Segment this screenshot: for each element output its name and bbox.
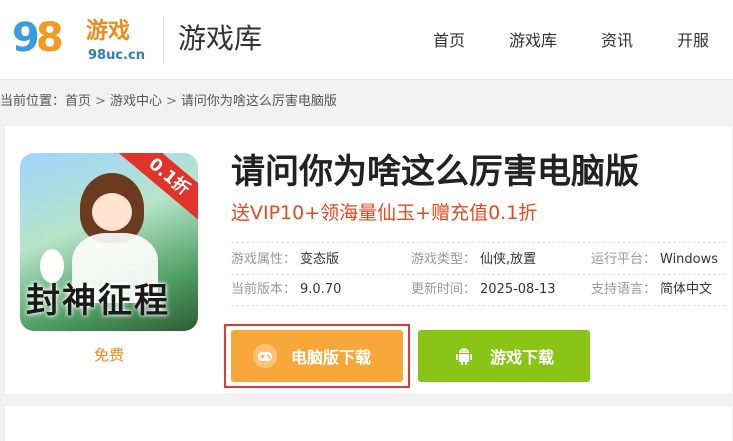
- game-download-label: 游戏下载: [490, 348, 555, 367]
- logo-digit-nine: 9: [12, 15, 40, 61]
- promo-text: 送VIP10+领海量仙玉+赠充值0.1折: [231, 202, 538, 224]
- attr-divider-middle: [231, 274, 726, 275]
- attr-updated-label: 更新时间：: [411, 282, 477, 297]
- logo-brand: 游戏: [86, 19, 131, 44]
- cover-character-face: [92, 193, 132, 231]
- nav-news[interactable]: 资讯: [601, 30, 633, 52]
- breadcrumb-separator: >: [165, 94, 177, 109]
- attr-divider-bottom: [231, 305, 726, 306]
- game-cover-image[interactable]: 封神征程 0.1折: [20, 153, 198, 331]
- attr-version-value: 9.0.70: [300, 282, 342, 297]
- highlight-box: [224, 324, 410, 388]
- attr-platform-label: 运行平台：: [591, 252, 657, 267]
- header-divider: [163, 18, 164, 62]
- attr-genre-label: 游戏类型：: [411, 252, 477, 267]
- nav-server[interactable]: 开服: [677, 30, 709, 52]
- game-download-button[interactable]: 游戏下载: [418, 330, 590, 382]
- nav-home[interactable]: 首页: [433, 30, 465, 52]
- cover-title-art: 封神征程: [26, 281, 170, 321]
- attr-genre-value: 仙侠,放置: [480, 252, 537, 267]
- breadcrumb-prefix: 当前位置：: [0, 94, 66, 109]
- attr-divider-top: [231, 242, 726, 243]
- attr-updated-value: 2025-08-13: [480, 282, 556, 297]
- site-header: 98 游戏 98uc.cn 游戏库 首页 游戏库 资讯 开服: [0, 0, 733, 80]
- breadcrumb-game-center[interactable]: 游戏中心: [110, 94, 162, 109]
- logo-digits: 98: [12, 15, 64, 61]
- breadcrumb: 当前位置：首页 > 游戏中心 > 请问你为啥这么厉害电脑版: [0, 92, 337, 112]
- section-title: 游戏库: [178, 22, 263, 55]
- nav-game-library[interactable]: 游戏库: [509, 30, 557, 52]
- android-icon: [452, 344, 476, 368]
- attr-version-label: 当前版本：: [231, 282, 297, 297]
- breadcrumb-separator: >: [95, 94, 106, 109]
- attr-type-value: 变态版: [300, 252, 340, 267]
- logo-domain: 98uc.cn: [88, 48, 145, 63]
- logo-digit-eight: 8: [35, 15, 64, 61]
- price-label: 免费: [94, 346, 125, 364]
- breadcrumb-current: 请问你为啥这么厉害电脑版: [180, 94, 337, 109]
- game-title: 请问你为啥这么厉害电脑版: [231, 152, 639, 192]
- next-section-strip: [4, 405, 733, 441]
- breadcrumb-home[interactable]: 首页: [65, 94, 91, 109]
- attr-language-label: 支持语言：: [591, 282, 657, 297]
- cover-rabbit: [40, 249, 64, 283]
- attr-platform-value: Windows: [660, 252, 719, 267]
- attr-type-label: 游戏属性：: [231, 252, 297, 267]
- attr-language-value: 简体中文: [660, 282, 713, 297]
- site-logo[interactable]: 98 游戏 98uc.cn: [12, 10, 152, 68]
